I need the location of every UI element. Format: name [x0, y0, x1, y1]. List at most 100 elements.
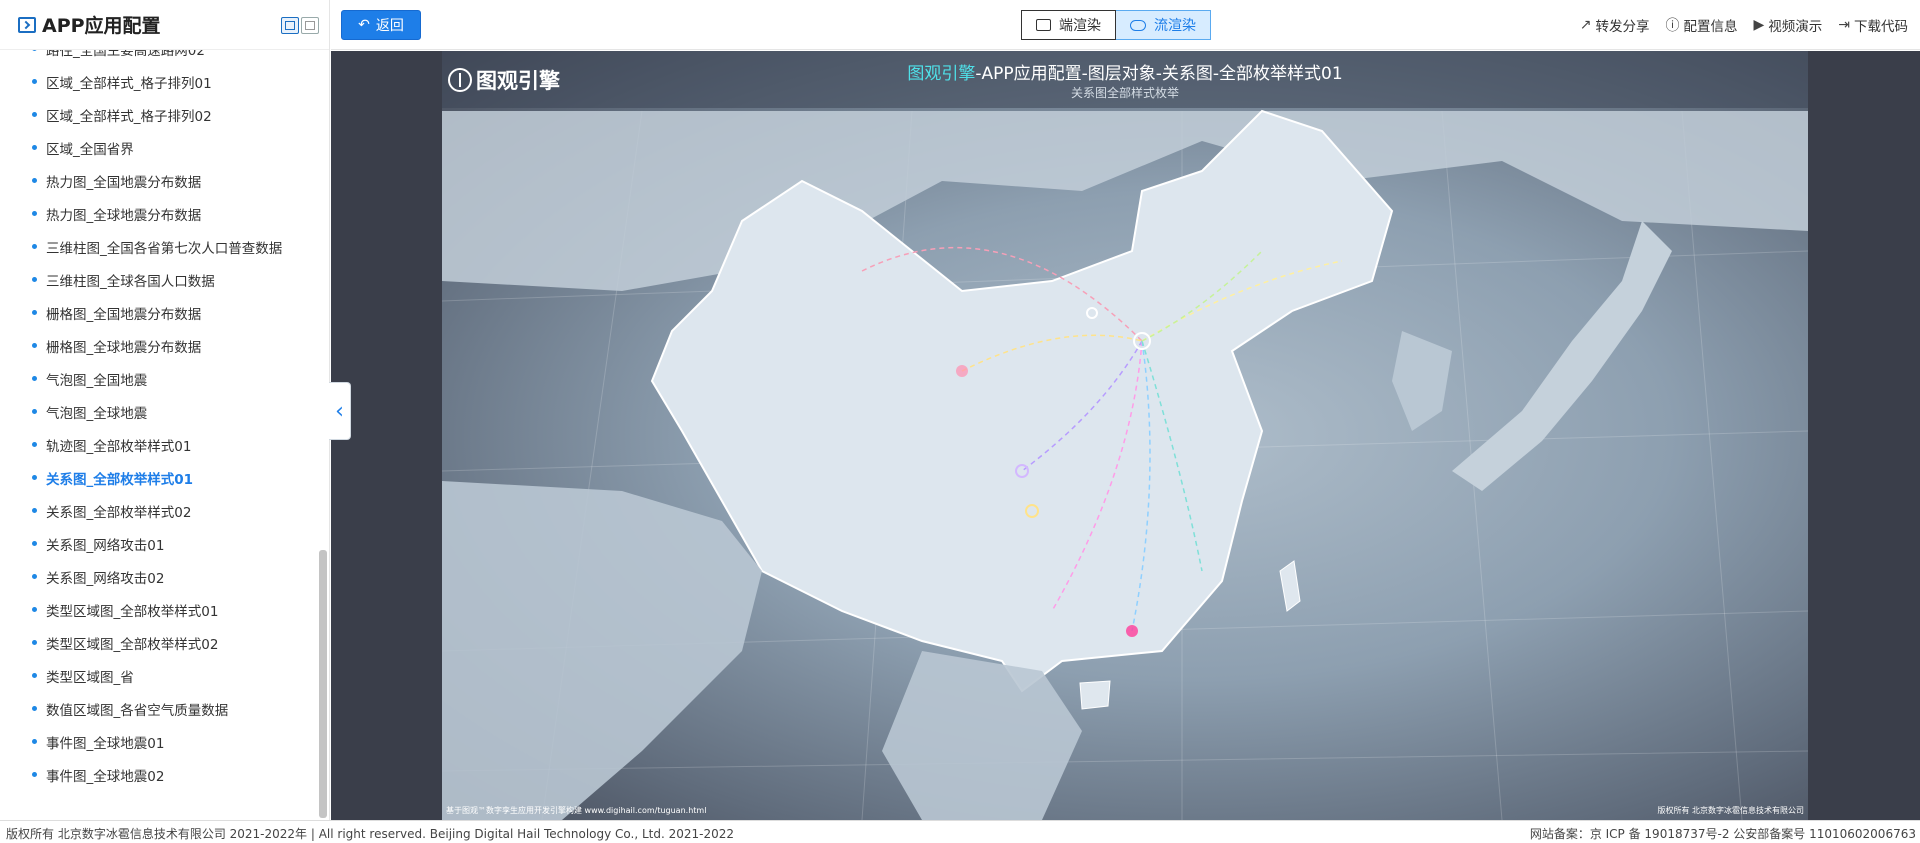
app-root: 路径_全国主要高速路网02 区域_全部样式_格子排列01 区域_全部样式_格子排列0… [0, 0, 1920, 843]
sidebar-item-label: 区域_全国省界 [46, 141, 134, 158]
sidebar: 路径_全国主要高速路网02 区域_全部样式_格子排列01 区域_全部样式_格子排列0… [0, 0, 330, 820]
viewer-title-highlight: 图观引擎 [907, 64, 976, 84]
viewer-footer-right: 版权所有 北京数字冰雹信息技术有限公司 [1657, 806, 1804, 815]
sidebar-item[interactable]: 区域_全部样式_格子排列02 [0, 98, 318, 131]
land-hainan [1079, 680, 1111, 710]
card-view-icon[interactable] [301, 17, 319, 34]
sidebar-item[interactable]: 三维柱图_全国各省第七次人口普查数据 [0, 230, 318, 263]
land-india [442, 481, 762, 820]
sidebar-item[interactable]: 关系图_全部枚举样式02 [0, 494, 318, 527]
sidebar-item-label: 类型区域图_省 [46, 669, 134, 686]
sidebar-item[interactable]: 热力图_全球地震分布数据 [0, 197, 318, 230]
map-scene [442, 109, 1808, 820]
terminal-icon [18, 16, 36, 33]
bullet-icon [32, 145, 37, 150]
bullet-icon [32, 739, 37, 744]
sidebar-item-label: 关系图_全部枚举样式01 [46, 471, 194, 488]
sidebar-item-label: 栅格图_全球地震分布数据 [46, 339, 202, 356]
cloud-icon [1130, 19, 1146, 31]
viewer-title-rest: -APP应用配置-图层对象-关系图-全部枚举样式01 [975, 64, 1343, 84]
back-button[interactable]: ↶ 返回 [341, 10, 421, 40]
bullet-icon [32, 442, 37, 447]
info-action[interactable]: ⓘ 配置信息 [1665, 15, 1737, 35]
local-render-button[interactable]: 端渲染 [1021, 10, 1116, 40]
sidebar-item[interactable]: 栅格图_全球地震分布数据 [0, 329, 318, 362]
stream-render-button[interactable]: 流渲染 [1116, 10, 1211, 40]
download-action[interactable]: ⇥ 下载代码 [1838, 15, 1908, 35]
sidebar-item-label: 关系图_全部枚举样式02 [46, 504, 192, 521]
bullet-icon [32, 607, 37, 612]
play-action[interactable]: ▶ 视频演示 [1753, 15, 1822, 35]
local-render-label: 端渲染 [1059, 18, 1101, 34]
back-arrow-icon: ↶ [358, 17, 370, 33]
sidebar-item[interactable]: 气泡图_全国地震 [0, 362, 318, 395]
bullet-icon [32, 277, 37, 282]
share-action[interactable]: ↗ 转发分享 [1580, 15, 1650, 35]
sidebar-item-label: 热力图_全球地震分布数据 [46, 207, 202, 224]
bullet-icon [32, 79, 37, 84]
sidebar-title: APP应用配置 [42, 15, 161, 37]
land-korea [1392, 331, 1452, 431]
sidebar-item[interactable]: 数值区域图_各省空气质量数据 [0, 692, 318, 725]
bullet-icon [32, 574, 37, 579]
render-stage: 图观引擎 图观引擎-APP应用配置-图层对象-关系图-全部枚举样式01 关系图全… [331, 51, 1920, 820]
sidebar-item[interactable]: 区域_全部样式_格子排列01 [0, 65, 318, 98]
sidebar-item[interactable]: 栅格图_全国地震分布数据 [0, 296, 318, 329]
sidebar-item-label: 三维柱图_全国各省第七次人口普查数据 [46, 240, 283, 257]
bullet-icon [32, 772, 37, 777]
sidebar-item[interactable]: 轨迹图_全部枚举样式01 [0, 428, 318, 461]
sidebar-item[interactable]: 类型区域图_全部枚举样式01 [0, 593, 318, 626]
share-icon: ↗ [1579, 17, 1592, 33]
sidebar-item-label: 栅格图_全国地震分布数据 [46, 306, 202, 323]
viewer-subtitle: 关系图全部样式枚举 [1070, 86, 1179, 100]
action-label: 配置信息 [1683, 19, 1738, 35]
sidebar-item[interactable]: 关系图_全部枚举样式01 [0, 461, 318, 494]
sidebar-item[interactable]: 事件图_全球地震01 [0, 725, 318, 758]
viewer-title: 图观引擎-APP应用配置-图层对象-关系图-全部枚举样式01 [442, 59, 1808, 84]
sidebar-item-label: 关系图_网络攻击01 [46, 537, 165, 554]
sidebar-item[interactable]: 关系图_网络攻击02 [0, 560, 318, 593]
list-view-icon[interactable] [281, 17, 299, 34]
footer-icp: 网站备案：京 ICP 备 19018737号-2 公安部备案号 11010602… [1529, 827, 1916, 841]
sidebar-header: APP应用配置 [0, 0, 329, 50]
sidebar-item[interactable]: 三维柱图_全球各国人口数据 [0, 263, 318, 296]
action-label: 转发分享 [1595, 19, 1650, 35]
action-label: 下载代码 [1854, 19, 1908, 35]
sidebar-collapse-button[interactable]: ‹ [329, 382, 351, 440]
sidebar-item-label: 事件图_全球地震01 [46, 735, 165, 752]
bullet-icon [32, 343, 37, 348]
sidebar-item-label: 区域_全部样式_格子排列02 [46, 108, 212, 125]
sidebar-item-label: 气泡图_全国地震 [46, 372, 148, 389]
chevron-left-icon: ‹ [335, 398, 344, 424]
land-southeast-asia [882, 651, 1082, 820]
bullet-icon [32, 706, 37, 711]
bullet-icon [32, 541, 37, 546]
bullet-icon [32, 376, 37, 381]
back-button-label: 返回 [375, 18, 404, 34]
bullet-icon [32, 178, 37, 183]
sidebar-item[interactable]: 关系图_网络攻击01 [0, 527, 318, 560]
bullet-icon [32, 409, 37, 414]
sidebar-item-label: 类型区域图_全部枚举样式02 [46, 636, 219, 653]
top-toolbar: ↶ 返回 端渲染 流渲染 ↗ 转发分享 ⓘ 配置信息 ▶ 视频演示 ⇥ 下载代码 [331, 0, 1920, 50]
sidebar-item-label: 事件图_全球地震02 [46, 768, 165, 785]
sidebar-item-label: 关系图_网络攻击02 [46, 570, 165, 587]
sidebar-item[interactable]: 区域_全国省界 [0, 131, 318, 164]
bullet-icon [32, 640, 37, 645]
sidebar-item-label: 类型区域图_全部枚举样式01 [46, 603, 219, 620]
sidebar-item-label: 轨迹图_全部枚举样式01 [46, 438, 192, 455]
info-icon: ⓘ [1665, 18, 1680, 34]
map-viewport[interactable]: 图观引擎 图观引擎-APP应用配置-图层对象-关系图-全部枚举样式01 关系图全… [442, 51, 1808, 820]
sidebar-scrollbar[interactable] [319, 550, 327, 818]
bullet-icon [32, 310, 37, 315]
sidebar-item[interactable]: 类型区域图_省 [0, 659, 318, 692]
sidebar-item[interactable]: 类型区域图_全部枚举样式02 [0, 626, 318, 659]
sidebar-item-label: 三维柱图_全球各国人口数据 [46, 273, 215, 290]
sidebar-item[interactable]: 气泡图_全球地震 [0, 395, 318, 428]
sidebar-item-label: 热力图_全国地震分布数据 [46, 174, 202, 191]
stream-render-label: 流渲染 [1154, 18, 1196, 34]
sidebar-item-label: 数值区域图_各省空气质量数据 [46, 702, 229, 719]
sidebar-item[interactable]: 热力图_全国地震分布数据 [0, 164, 318, 197]
bullet-icon [32, 673, 37, 678]
sidebar-item[interactable]: 事件图_全球地震02 [0, 758, 318, 791]
